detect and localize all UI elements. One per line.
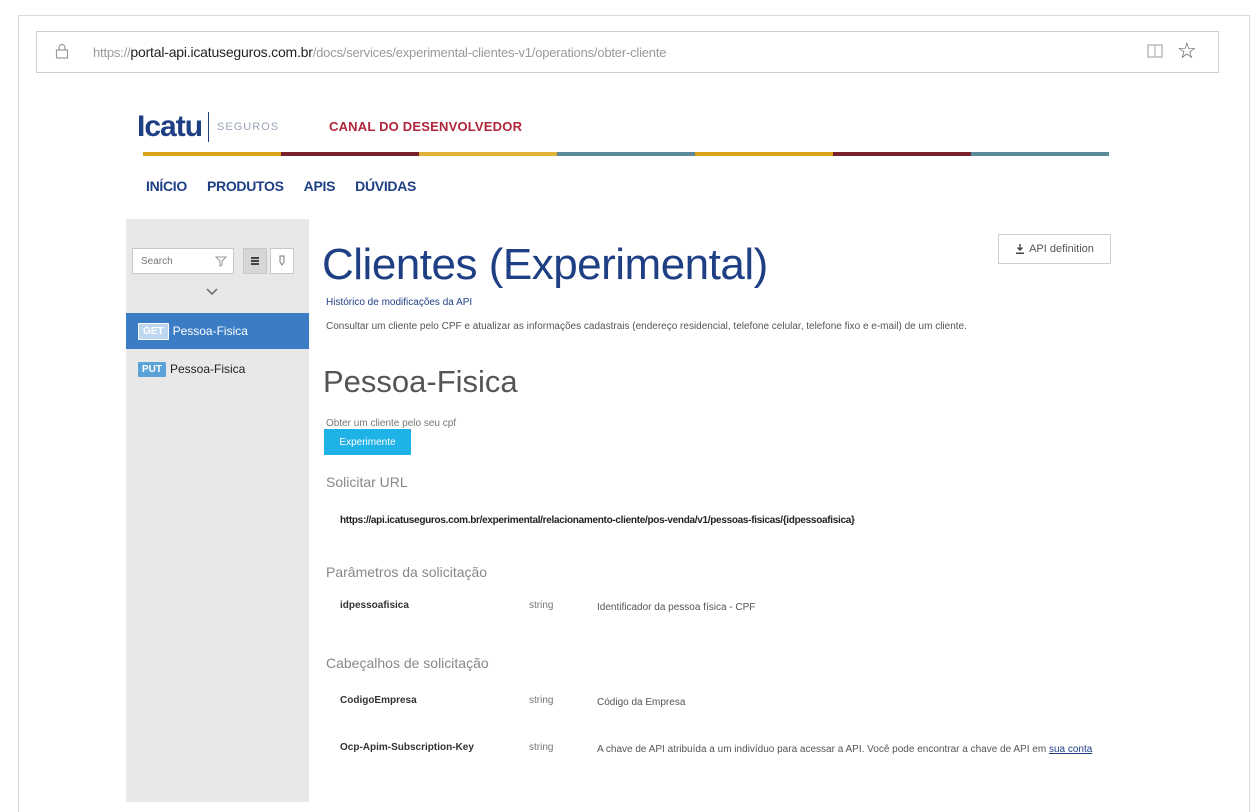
logo-subtitle: SEGUROS (217, 121, 280, 133)
reading-view-icon[interactable] (1147, 43, 1163, 59)
method-badge-get: GET (138, 322, 169, 340)
search-box[interactable] (132, 248, 234, 274)
stripe-segment (833, 152, 971, 156)
sidebar-operation-get-pessoa-fisica[interactable]: GET Pessoa-Fisica (126, 313, 309, 349)
url-prefix: https:// (93, 45, 131, 60)
icatu-logo[interactable]: Icatu SEGUROS (137, 110, 279, 144)
filter-icon[interactable] (215, 255, 227, 267)
chevron-down-icon[interactable] (205, 287, 219, 297)
brand-stripe (143, 152, 1109, 156)
tag-view-button[interactable] (270, 248, 294, 274)
request-url-heading: Solicitar URL (326, 474, 408, 490)
tag-icon (279, 255, 285, 266)
main-nav: INÍCIO PRODUTOS APIS DÚVIDAS (146, 178, 436, 194)
nav-apis[interactable]: APIS (304, 178, 336, 194)
nav-produtos[interactable]: PRODUTOS (207, 178, 284, 194)
url-path: /docs/services/experimental-clientes-v1/… (312, 45, 667, 60)
address-bar[interactable]: https://portal-api.icatuseguros.com.br/d… (36, 31, 1219, 73)
nav-inicio[interactable]: INÍCIO (146, 178, 187, 194)
stripe-segment (557, 152, 695, 156)
developer-channel-title[interactable]: CANAL DO DESENVOLVEDOR (329, 119, 522, 134)
header-name: Ocp-Apim-Subscription-Key (340, 742, 474, 753)
api-description: Consultar um cliente pelo CPF e atualiza… (326, 321, 967, 332)
nav-duvidas[interactable]: DÚVIDAS (355, 178, 416, 194)
request-headers-heading: Cabeçalhos de solicitação (326, 655, 489, 671)
stripe-segment (281, 152, 419, 156)
header-name: CodigoEmpresa (340, 695, 417, 706)
operation-description: Obter um cliente pelo seu cpf (326, 418, 457, 429)
param-name: idpessoafisica (340, 600, 409, 611)
header-description: Código da Empresa (597, 697, 686, 708)
favorite-star-icon[interactable]: ☆ (1177, 37, 1197, 65)
stripe-segment (971, 152, 1109, 156)
operation-label: Pessoa-Fisica (170, 362, 246, 376)
your-account-link[interactable]: sua conta (1049, 744, 1092, 755)
method-badge-put: PUT (138, 361, 166, 377)
api-definition-label: API definition (1029, 243, 1094, 255)
header-description: A chave de API atribuída a um indivíduo … (597, 742, 1107, 757)
stripe-segment (143, 152, 281, 156)
header-type: string (529, 742, 554, 753)
url-text[interactable]: https://portal-api.icatuseguros.com.br/d… (93, 44, 666, 60)
logo-brand: Icatu (137, 110, 203, 143)
operation-label: Pessoa-Fisica (172, 324, 248, 338)
request-params-heading: Parâmetros da solicitação (326, 564, 488, 580)
api-title: Clientes (Experimental) (322, 240, 768, 289)
stripe-segment (419, 152, 557, 156)
header-type: string (529, 695, 554, 706)
list-icon (251, 257, 259, 265)
operations-sidebar (126, 219, 309, 802)
logo-divider (208, 112, 210, 142)
request-url: https://api.icatuseguros.com.br/experime… (340, 515, 855, 526)
search-input[interactable] (139, 249, 203, 273)
url-domain: portal-api.icatuseguros.com.br (130, 44, 313, 60)
sidebar-operation-put-pessoa-fisica[interactable]: PUT Pessoa-Fisica (126, 351, 309, 387)
header-description-text: A chave de API atribuída a um indivíduo … (597, 744, 1049, 755)
history-link[interactable]: Histórico de modificações da API (326, 297, 472, 308)
api-definition-button[interactable]: API definition (998, 234, 1111, 264)
lock-icon (55, 43, 69, 59)
param-description: Identificador da pessoa física - CPF (597, 602, 756, 613)
download-icon (1016, 244, 1025, 254)
try-it-button[interactable]: Experimente (324, 429, 411, 455)
stripe-segment (695, 152, 833, 156)
operation-title: Pessoa-Fisica (323, 364, 518, 399)
list-view-button[interactable] (243, 248, 267, 274)
param-type: string (529, 600, 554, 611)
